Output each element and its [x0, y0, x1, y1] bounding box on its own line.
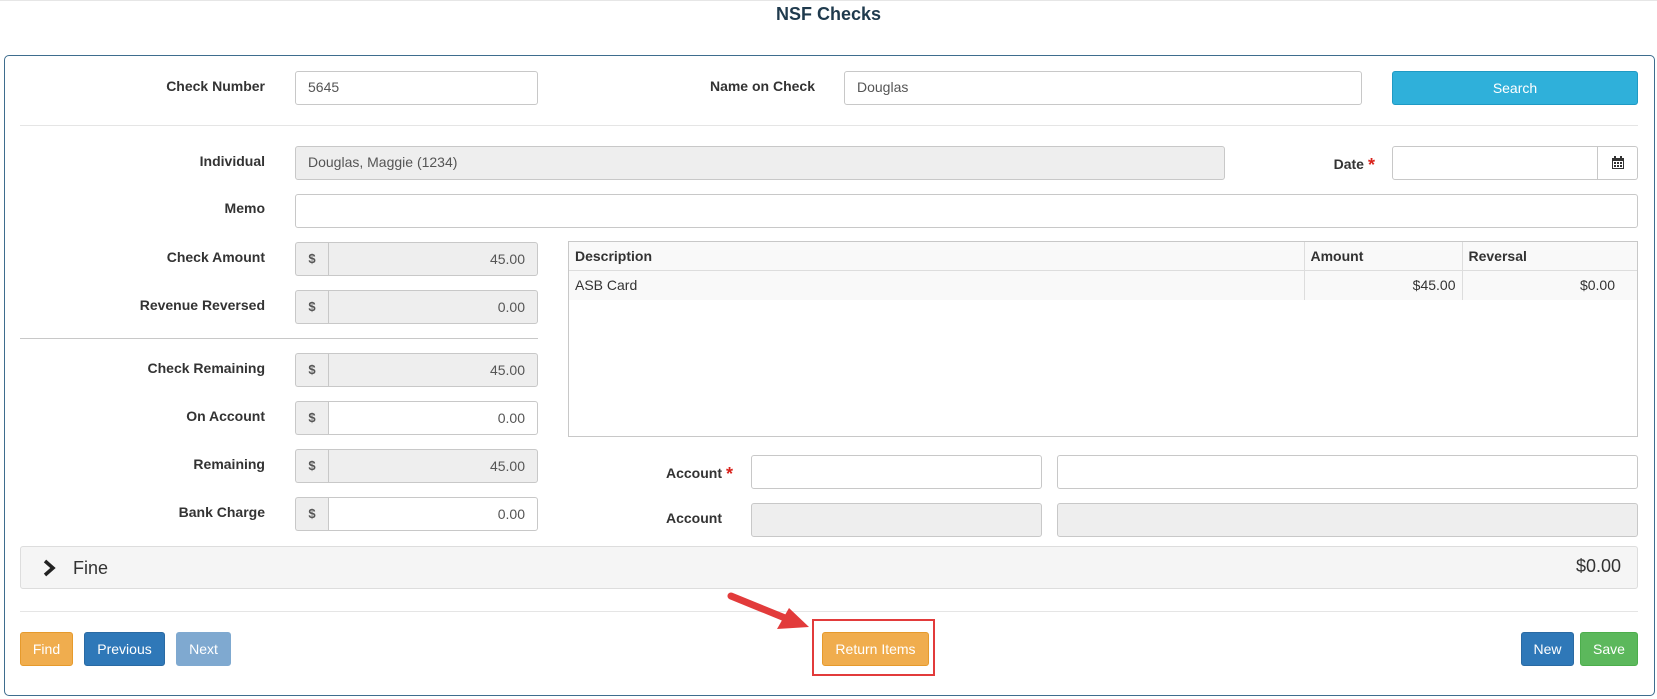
fine-accordion[interactable]: Fine $0.00 [20, 546, 1638, 589]
date-label-text: Date [1333, 156, 1364, 172]
new-button[interactable]: New [1521, 632, 1574, 666]
top-divider [0, 0, 1657, 1]
currency-addon: $ [295, 449, 328, 483]
currency-addon: $ [295, 353, 328, 387]
chevron-right-icon [43, 559, 56, 577]
memo-label: Memo [224, 200, 265, 216]
currency-addon: $ [295, 242, 328, 276]
search-divider [20, 125, 1638, 126]
date-picker-button[interactable] [1598, 146, 1638, 180]
revenue-reversed-value: 0.00 [328, 290, 538, 324]
bank-charge-label: Bank Charge [178, 504, 265, 520]
check-number-input[interactable]: 5645 [295, 71, 538, 105]
revenue-reversed-label: Revenue Reversed [139, 297, 265, 313]
account-label-2: Account [666, 510, 722, 526]
next-button[interactable]: Next [176, 632, 231, 666]
on-account-input[interactable]: 0.00 [328, 401, 538, 435]
remaining-label: Remaining [193, 456, 265, 472]
check-remaining-field: $ 45.00 [295, 353, 538, 387]
fine-title: Fine [73, 558, 109, 578]
date-label: Date * [1333, 153, 1375, 175]
search-button[interactable]: Search [1392, 71, 1638, 105]
bank-charge-field[interactable]: $ 0.00 [295, 497, 538, 531]
account-code-readonly [751, 503, 1042, 537]
account-name-input[interactable] [1057, 455, 1638, 489]
date-input[interactable] [1392, 146, 1598, 180]
date-required-mark: * [1367, 155, 1375, 175]
currency-addon: $ [295, 497, 328, 531]
check-amount-label: Check Amount [166, 249, 265, 265]
items-table: Description Amount Reversal ASB Card $45… [568, 241, 1638, 437]
calendar-icon [1611, 156, 1624, 169]
name-on-check-input[interactable]: Douglas [844, 71, 1362, 105]
remaining-field: $ 45.00 [295, 449, 538, 483]
row-reversal: $0.00 [1461, 270, 1637, 300]
revenue-reversed-field: $ 0.00 [295, 290, 538, 324]
footer-divider [20, 611, 1638, 612]
individual-field: Douglas, Maggie (1234) [295, 146, 1225, 180]
previous-button[interactable]: Previous [84, 632, 165, 666]
annotation-arrow [727, 592, 809, 629]
check-remaining-value: 45.00 [328, 353, 538, 387]
currency-addon: $ [295, 401, 328, 435]
page-title: NSF Checks [775, 4, 882, 24]
find-button[interactable]: Find [20, 632, 73, 666]
on-account-label: On Account [186, 408, 265, 424]
currency-addon: $ [295, 290, 328, 324]
check-amount-field: $ 45.00 [295, 242, 538, 276]
check-number-label: Check Number [166, 78, 265, 94]
on-account-field[interactable]: $ 0.00 [295, 401, 538, 435]
account-code-input[interactable] [751, 455, 1042, 489]
fine-amount: $0.00 [1575, 556, 1621, 576]
check-remaining-label: Check Remaining [147, 360, 265, 376]
column-header-reversal[interactable]: Reversal [1461, 242, 1637, 271]
name-on-check-label: Name on Check [709, 78, 815, 94]
memo-input[interactable] [295, 194, 1638, 228]
row-description: ASB Card [569, 270, 1304, 300]
account-required-mark: * [726, 464, 734, 484]
individual-label: Individual [199, 153, 265, 169]
amount-divider [20, 338, 538, 339]
column-header-amount[interactable]: Amount [1303, 242, 1462, 271]
table-row[interactable]: ASB Card $45.00 $0.00 [569, 270, 1637, 300]
column-header-description[interactable]: Description [569, 242, 1304, 271]
check-amount-value: 45.00 [328, 242, 538, 276]
bank-charge-input[interactable]: 0.00 [328, 497, 538, 531]
save-button[interactable]: Save [1580, 632, 1638, 666]
account-name-readonly [1057, 503, 1638, 537]
row-amount: $45.00 [1303, 270, 1462, 300]
annotation-highlight-box [812, 619, 935, 676]
remaining-value: 45.00 [328, 449, 538, 483]
account-label-1: Account * [666, 462, 734, 484]
account-label-text: Account [666, 465, 722, 481]
